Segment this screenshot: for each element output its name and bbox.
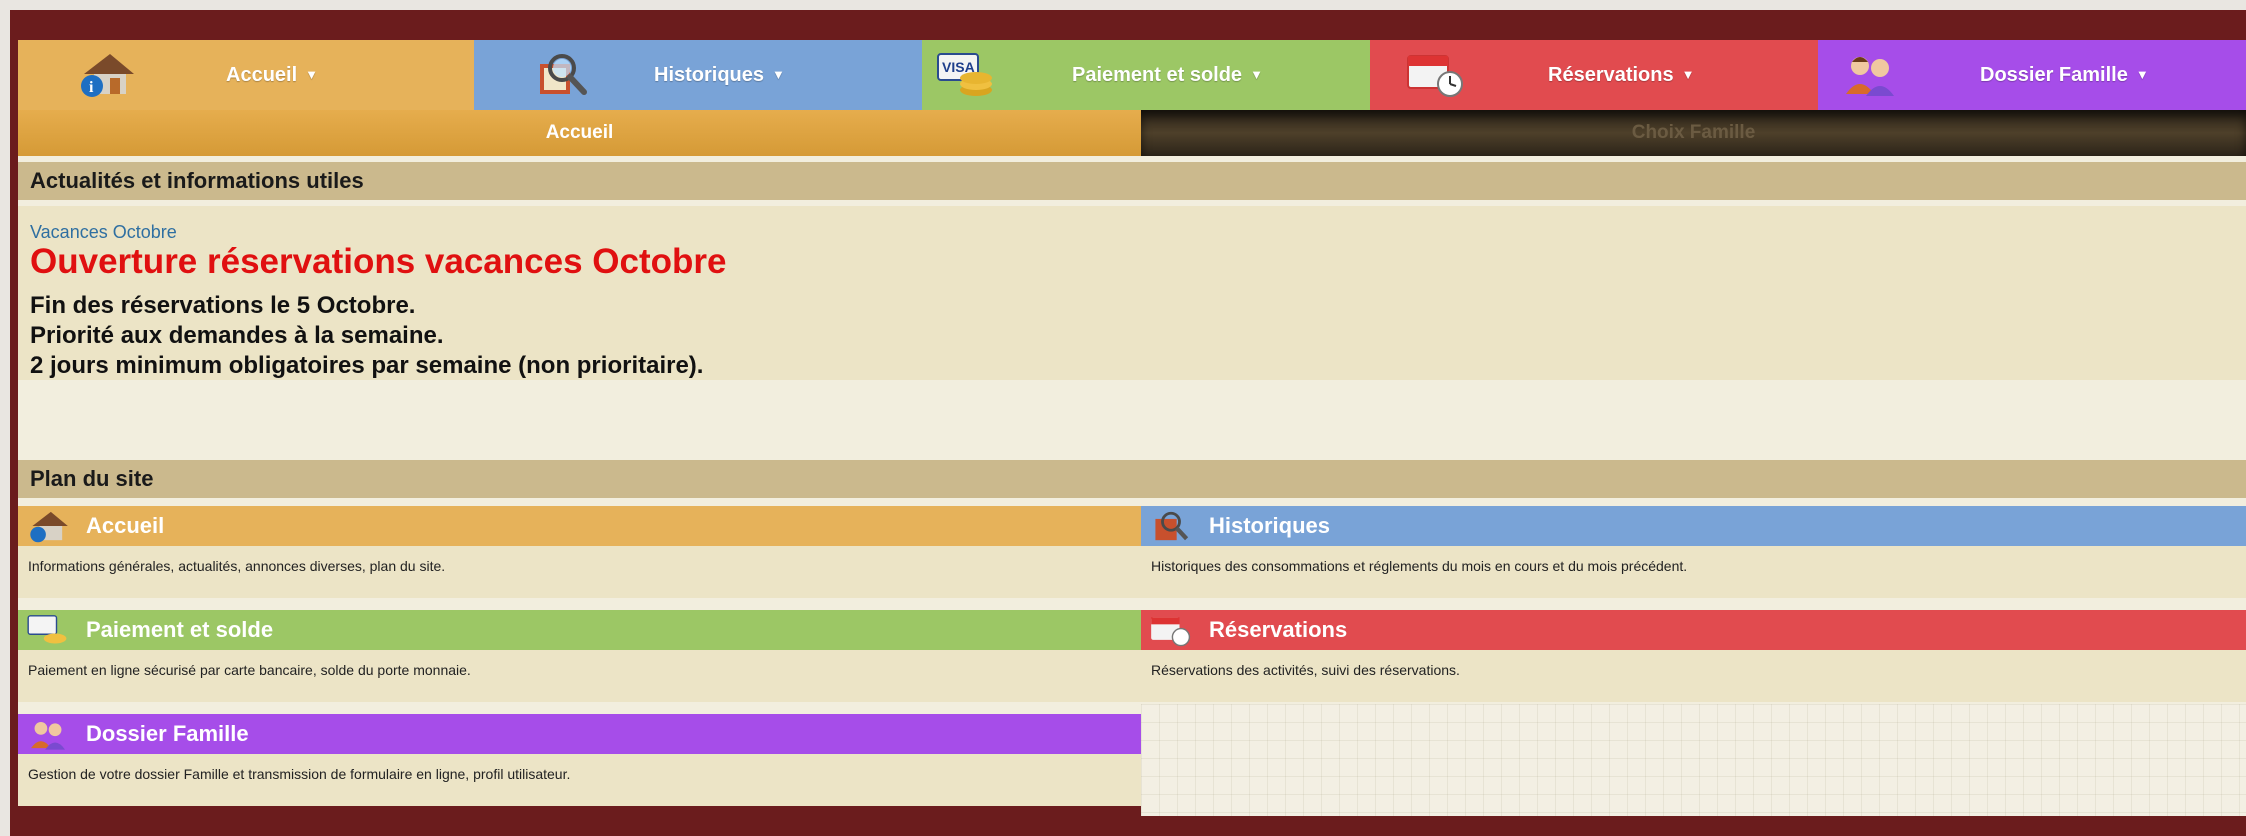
news-line: Priorité aux demandes à la semaine. [30, 322, 444, 349]
tab-reservations[interactable]: Réservations ▼ [1370, 40, 1818, 110]
sitemap-link-accueil[interactable]: Accueil [18, 506, 1141, 546]
empty-grid-area [1141, 704, 2246, 816]
tab-dossier-famille[interactable]: Dossier Famille ▼ [1818, 40, 2246, 110]
news-line: 2 jours minimum obligatoires par semaine… [30, 352, 704, 379]
tab-historiques[interactable]: Historiques ▼ [474, 40, 922, 110]
page-frame: i Accueil ▼ Historiques ▼ VISA Paiement … [10, 10, 2246, 836]
house-info-icon: i [81, 54, 134, 97]
sitemap-link-historiques[interactable]: Historiques [1141, 506, 2246, 546]
magnifier-book-icon [1155, 511, 1189, 541]
sitemap-desc: Historiques des consommations et régleme… [1151, 558, 1688, 574]
sitemap-title: Paiement et solde [86, 617, 274, 642]
sitemap-title: Accueil [86, 513, 165, 538]
sitemap-title: Historiques [1209, 513, 1331, 538]
magnifier-book-icon [540, 54, 587, 95]
sitemap-card-accueil: Accueil Informations générales, actualit… [18, 506, 1141, 598]
sitemap-card-historiques: Historiques Historiques des consommation… [1141, 506, 2246, 598]
app-content: i Accueil ▼ Historiques ▼ VISA Paiement … [18, 40, 2246, 816]
chevron-down-icon: ▼ [1250, 67, 1263, 82]
chevron-down-icon: ▼ [772, 67, 785, 82]
chevron-down-icon: ▼ [2135, 67, 2149, 82]
calendar-clock-icon [1407, 55, 1463, 97]
chevron-down-icon: ▼ [305, 67, 319, 82]
sitemap-title: Dossier Famille [86, 721, 249, 746]
news-title: Ouverture réservations vacances Octobre [30, 242, 727, 281]
main-panel: Actualités et informations utiles Vacanc… [18, 156, 2246, 816]
sub-navigation: Accueil Choix Famille [18, 110, 2246, 156]
sitemap-link-reservations[interactable]: Réservations [1141, 610, 2246, 650]
subnav-choix-famille[interactable]: Choix Famille [1141, 110, 2246, 156]
sitemap-card-paiement: Paiement et solde Paiement en ligne sécu… [18, 610, 1141, 702]
sitemap-title: Réservations [1209, 617, 1348, 642]
news-category: Vacances Octobre [30, 222, 177, 242]
sitemap-link-paiement[interactable]: Paiement et solde [18, 610, 1141, 650]
calendar-clock-icon [1151, 617, 1191, 647]
tab-historiques-label: Historiques [654, 64, 765, 86]
sitemap-link-dossier-famille[interactable]: Dossier Famille [18, 714, 1141, 754]
sitemap-card-dossier-famille: Dossier Famille Gestion de votre dossier… [18, 714, 1141, 806]
family-icon [31, 721, 65, 750]
sitemap-desc: Paiement en ligne sécurisé par carte ban… [28, 662, 471, 678]
tab-dossier-famille-label: Dossier Famille [1980, 64, 2128, 86]
house-info-icon [30, 511, 68, 543]
svg-text:i: i [89, 79, 94, 96]
visa-coins-icon [27, 615, 67, 644]
family-icon [1846, 57, 1894, 96]
news-line: Fin des réservations le 5 Octobre. [30, 292, 416, 319]
sitemap-card-reservations: Réservations Réservations des activités,… [1141, 610, 2246, 702]
subnav-accueil[interactable]: Accueil [18, 110, 1141, 156]
top-navigation: i Accueil ▼ Historiques ▼ VISA Paiement … [18, 40, 2246, 110]
sitemap-section-header: Plan du site [18, 460, 2246, 498]
tab-reservations-label: Réservations [1548, 64, 1674, 86]
sitemap-desc: Informations générales, actualités, anno… [28, 558, 446, 574]
chevron-down-icon: ▼ [1681, 67, 1695, 82]
news-section-header: Actualités et informations utiles [18, 162, 2246, 200]
sitemap-desc: Réservations des activités, suivi des ré… [1151, 662, 1460, 678]
sitemap-desc: Gestion de votre dossier Famille et tran… [28, 766, 571, 782]
visa-coins-icon: VISA [937, 53, 992, 96]
tab-paiement[interactable]: VISA Paiement et solde ▼ [922, 40, 1370, 110]
tab-paiement-label: Paiement et solde [1072, 64, 1243, 86]
news-block: Vacances Octobre Ouverture réservations … [18, 206, 2246, 380]
tab-accueil[interactable]: i Accueil ▼ [18, 40, 474, 110]
tab-accueil-label: Accueil [226, 64, 298, 86]
